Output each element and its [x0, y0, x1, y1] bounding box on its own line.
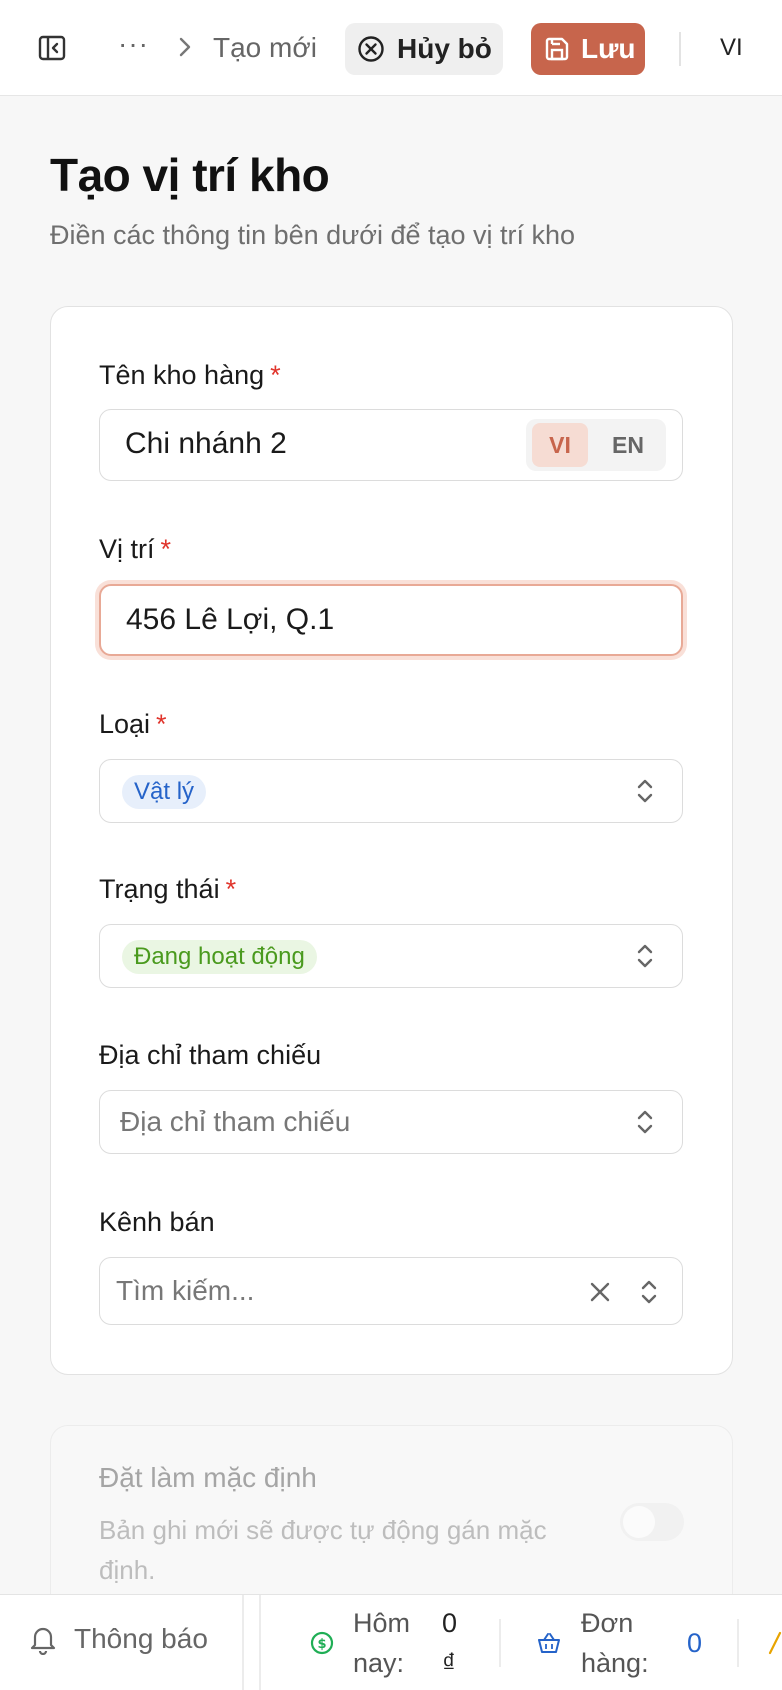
lang-toggle: VI EN: [526, 419, 666, 471]
chevron-updown-icon: [637, 944, 653, 968]
status-badge: Đang hoạt động: [122, 940, 317, 974]
breadcrumb-more[interactable]: ···: [118, 28, 149, 60]
cancel-button[interactable]: Hủy bỏ: [345, 23, 503, 75]
lang-option-en[interactable]: EN: [600, 423, 656, 467]
save-icon: [545, 37, 569, 61]
reference-address-placeholder: Địa chỉ tham chiếu: [120, 1106, 351, 1137]
warehouse-name-label: Tên kho hàng *: [99, 360, 281, 390]
type-select[interactable]: Vật lý: [99, 759, 683, 823]
type-badge: Vật lý: [122, 775, 207, 809]
reference-address-select[interactable]: Địa chỉ tham chiếu: [99, 1090, 683, 1154]
reference-address-label: Địa chỉ tham chiếu: [99, 1040, 322, 1070]
page-title: Tạo vị trí kho: [50, 149, 330, 201]
sales-channel-combobox[interactable]: Tìm kiếm...: [99, 1257, 683, 1325]
today-value: 0 ₫: [442, 1608, 458, 1678]
sales-channel-label: Kênh bán: [99, 1207, 215, 1237]
lang-option-vi[interactable]: VI: [532, 423, 588, 467]
clear-icon[interactable]: [588, 1280, 612, 1304]
bell-icon: [30, 1627, 56, 1655]
default-title: Đặt làm mặc định: [99, 1462, 317, 1493]
chevron-updown-icon: [637, 779, 653, 803]
bottom-divider: [499, 1619, 501, 1667]
page-subtitle: Điền các thông tin bên dưới để tạo vị tr…: [50, 220, 576, 250]
close-circle-icon: [358, 36, 384, 62]
basket-icon: [538, 1633, 560, 1653]
chevron-right-icon: [179, 37, 191, 57]
status-label: Trạng thái *: [99, 874, 237, 904]
orders-value: 0: [687, 1628, 703, 1658]
chevron-updown-icon: [637, 1110, 653, 1134]
dollar-circle-icon: $: [310, 1631, 334, 1655]
bottom-divider: [737, 1619, 739, 1667]
top-bar: ··· Tạo mới Hủy bỏ Lưu VI: [0, 0, 782, 96]
chevron-updown-icon: [641, 1280, 657, 1304]
warehouse-name-input[interactable]: Chi nhánh 2 VI EN: [99, 409, 683, 481]
cancel-label: Hủy bỏ: [397, 33, 492, 64]
warehouse-name-value: Chi nhánh 2: [125, 427, 287, 460]
location-label: Vị trí *: [99, 534, 172, 564]
status-select[interactable]: Đang hoạt động: [99, 924, 683, 988]
default-description: Bản ghi mới sẽ được tự động gán mặc định…: [99, 1515, 547, 1585]
orders-label: Đơn hàng:: [581, 1608, 649, 1678]
warning-icon: [768, 1631, 782, 1655]
bottom-divider: [242, 1595, 244, 1690]
notifications-button[interactable]: Thông báo: [28, 1623, 208, 1655]
today-label: Hôm nay:: [353, 1608, 411, 1678]
location-input[interactable]: 456 Lê Lợi, Q.1: [99, 584, 683, 656]
toolbar-divider: [679, 32, 681, 66]
sales-channel-placeholder: Tìm kiếm...: [116, 1275, 255, 1306]
type-label: Loại *: [99, 709, 167, 739]
sidebar-toggle-icon[interactable]: [38, 34, 66, 62]
notifications-label: Thông báo: [74, 1623, 208, 1654]
default-toggle[interactable]: [620, 1503, 684, 1541]
svg-text:$: $: [317, 1637, 326, 1652]
language-switcher[interactable]: VI: [720, 34, 743, 62]
location-value: 456 Lê Lợi, Q.1: [126, 603, 335, 636]
breadcrumb-current: Tạo mới: [213, 32, 317, 63]
bottom-status-bar: Thông báo $ Hôm nay: 0 ₫ Đơn hàng: 0: [0, 1594, 782, 1690]
save-label: Lưu: [581, 33, 636, 64]
bottom-divider: [259, 1595, 261, 1690]
save-button[interactable]: Lưu: [531, 23, 645, 75]
